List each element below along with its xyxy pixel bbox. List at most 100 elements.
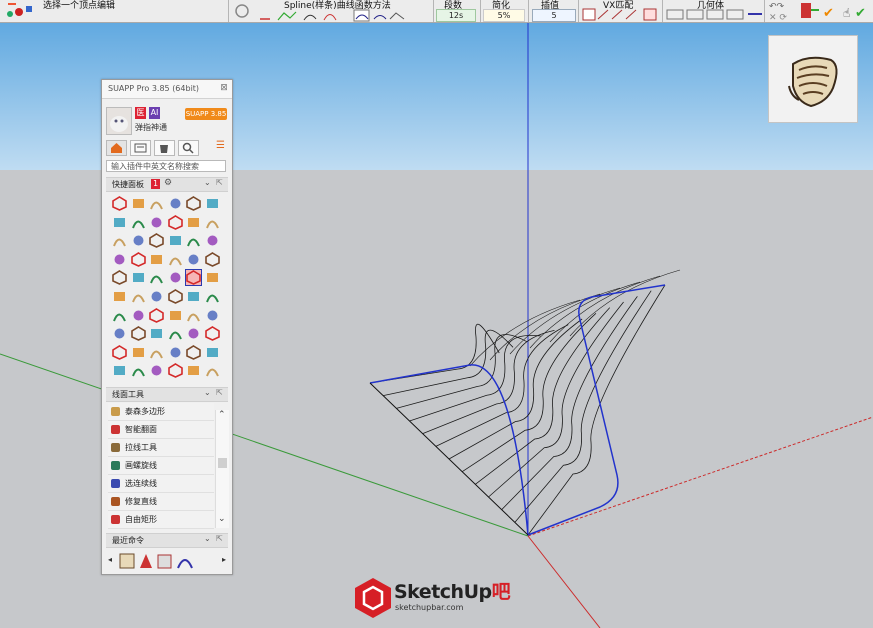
plugin-tool-icon[interactable] — [112, 326, 127, 341]
plugin-tool-icon[interactable] — [167, 214, 183, 230]
chevron-down-icon[interactable]: ⌄ — [204, 388, 211, 397]
plugin-tool-icon[interactable] — [186, 344, 201, 360]
list-icon[interactable] — [130, 140, 151, 156]
plugin-tool-icon[interactable] — [131, 363, 146, 378]
plugin-tool-icon[interactable] — [186, 289, 201, 304]
home-icon[interactable] — [106, 140, 127, 156]
list-scrollbar[interactable]: ⌃ ⌄ — [215, 410, 229, 528]
plugin-search-input[interactable]: 输入插件中英文名称搜索 — [106, 160, 226, 172]
plugin-tool-icon[interactable] — [167, 289, 183, 304]
chevron-down-icon[interactable]: ⌄ — [204, 534, 211, 543]
plugin-tool-icon[interactable] — [205, 308, 220, 323]
plugin-tool-icon[interactable] — [205, 345, 220, 360]
interp-stepper[interactable]: 5 — [532, 9, 576, 22]
plugin-tool-icon[interactable] — [112, 344, 127, 360]
right-tools[interactable]: ↶↷ ✕ ⟳ ✔ ☝ ✔ — [767, 0, 873, 22]
popout-icon[interactable]: ⇱ — [216, 178, 223, 187]
plugin-tool-icon[interactable] — [204, 326, 220, 342]
plugin-tool-icon[interactable] — [186, 233, 201, 248]
plugin-tool-icon[interactable] — [112, 308, 127, 323]
simplify-stepper[interactable]: 5% — [483, 9, 525, 22]
plugin-tool-icon[interactable] — [130, 251, 146, 267]
tool-select-chain[interactable]: 选连续线 — [108, 475, 214, 493]
tool-spiral[interactable]: 画螺旋线 — [108, 457, 214, 475]
plugin-tool-icon[interactable] — [131, 196, 146, 211]
badge-ai[interactable]: AI — [149, 107, 160, 119]
chevron-left-icon[interactable]: ◂ — [108, 555, 112, 564]
recent-header[interactable]: 最近命令 ⌄ ⇱ — [106, 533, 228, 548]
plugin-tool-icon[interactable] — [149, 196, 164, 211]
plugin-tool-icon[interactable] — [205, 289, 220, 304]
chevron-down-icon[interactable]: ⌄ — [204, 178, 211, 187]
vx-tools[interactable] — [582, 8, 660, 21]
plugin-tool-icon[interactable] — [168, 345, 183, 360]
tool-voronoi[interactable]: 泰森多边形 — [108, 403, 214, 421]
plugin-tool-icon[interactable] — [186, 196, 201, 211]
tool-fix-line[interactable]: 修复直线 — [108, 493, 214, 511]
vertex-edit-icon[interactable] — [2, 0, 40, 22]
tool-free-rect[interactable]: 自由矩形 — [108, 511, 214, 529]
badge-med[interactable]: 医 — [135, 107, 146, 119]
plugin-tool-icon[interactable] — [168, 196, 183, 211]
plugin-tool-icon[interactable] — [205, 270, 220, 285]
close-icon[interactable]: ⊠ — [219, 83, 229, 93]
segments-stepper[interactable]: 12s — [436, 9, 476, 22]
plugin-tool-icon[interactable] — [149, 345, 164, 360]
plugin-tool-icon[interactable] — [205, 233, 220, 248]
tool-smart-flip[interactable]: 智能翻面 — [108, 421, 214, 439]
plugin-tool-icon[interactable] — [167, 363, 183, 379]
popout-icon[interactable]: ⇱ — [216, 388, 223, 397]
plugin-tool-icon[interactable] — [112, 196, 127, 211]
plugin-tool-icon[interactable] — [130, 326, 146, 342]
chevron-down-icon[interactable]: ⌄ — [218, 514, 226, 524]
plugin-tool-icon[interactable] — [149, 270, 164, 285]
refresh-icon[interactable] — [233, 2, 251, 20]
plugin-tool-icon[interactable] — [149, 326, 164, 341]
plugin-tool-icon[interactable] — [168, 233, 183, 248]
plugin-tool-icon[interactable] — [204, 251, 220, 267]
chevron-up-icon[interactable]: ⌃ — [218, 410, 226, 420]
plugin-tool-icon[interactable] — [112, 233, 127, 248]
plugin-tool-icon[interactable] — [112, 215, 127, 230]
line-tools-header[interactable]: 线面工具 ⌄ ⇱ — [106, 387, 228, 402]
plugin-tool-icon[interactable] — [168, 326, 183, 341]
plugin-tool-icon[interactable] — [149, 363, 164, 378]
plugin-tool-icon[interactable] — [186, 252, 201, 267]
material-thumbnail[interactable] — [768, 35, 858, 123]
gear-icon[interactable]: ⚙ — [164, 178, 172, 188]
plugin-tool-icon[interactable] — [205, 196, 220, 211]
panel-title-bar[interactable]: SUAPP Pro 3.85 (64bit) ⊠ — [102, 80, 232, 99]
plugin-tool-icon[interactable] — [149, 252, 164, 267]
plugin-tool-icon[interactable] — [112, 363, 127, 378]
spline-tools[interactable] — [258, 9, 408, 22]
plugin-tool-icon[interactable] — [131, 215, 146, 230]
plugin-tool-icon[interactable] — [186, 363, 201, 378]
scroll-thumb[interactable] — [218, 458, 227, 468]
plugin-tool-icon[interactable] — [186, 308, 201, 323]
plugin-tool-icon[interactable] — [131, 345, 146, 360]
recent-icons[interactable] — [118, 552, 208, 570]
plugin-tool-icon[interactable] — [112, 289, 127, 304]
avatar[interactable] — [106, 107, 132, 135]
plugin-tool-icon[interactable] — [131, 233, 146, 248]
magnifier-icon[interactable] — [178, 140, 199, 156]
bucket-icon[interactable] — [154, 140, 175, 156]
curved-surface-mesh[interactable] — [369, 269, 681, 536]
geometry-tools[interactable] — [666, 9, 764, 21]
menu-icon[interactable]: ☰ — [216, 140, 228, 154]
plugin-tool-icon[interactable] — [186, 215, 201, 230]
plugin-tool-icon[interactable] — [131, 289, 146, 304]
plugin-tool-icon[interactable] — [149, 307, 164, 323]
popout-icon[interactable]: ⇱ — [216, 534, 223, 543]
plugin-tool-icon[interactable] — [186, 326, 201, 341]
plugin-tool-icon[interactable] — [149, 233, 164, 249]
tool-pull-line[interactable]: 拉线工具 — [108, 439, 214, 457]
plugin-tool-icon[interactable] — [205, 215, 220, 230]
plugin-tool-icon[interactable] — [168, 308, 183, 323]
plugin-tool-icon[interactable] — [168, 252, 183, 267]
plugin-tool-icon[interactable] — [168, 270, 183, 285]
plugin-tool-icon[interactable] — [205, 363, 220, 378]
plugin-tool-icon[interactable] — [112, 252, 127, 267]
plugin-tool-icon[interactable] — [131, 270, 146, 285]
version-button[interactable]: SUAPP 3.85 — [185, 108, 227, 120]
